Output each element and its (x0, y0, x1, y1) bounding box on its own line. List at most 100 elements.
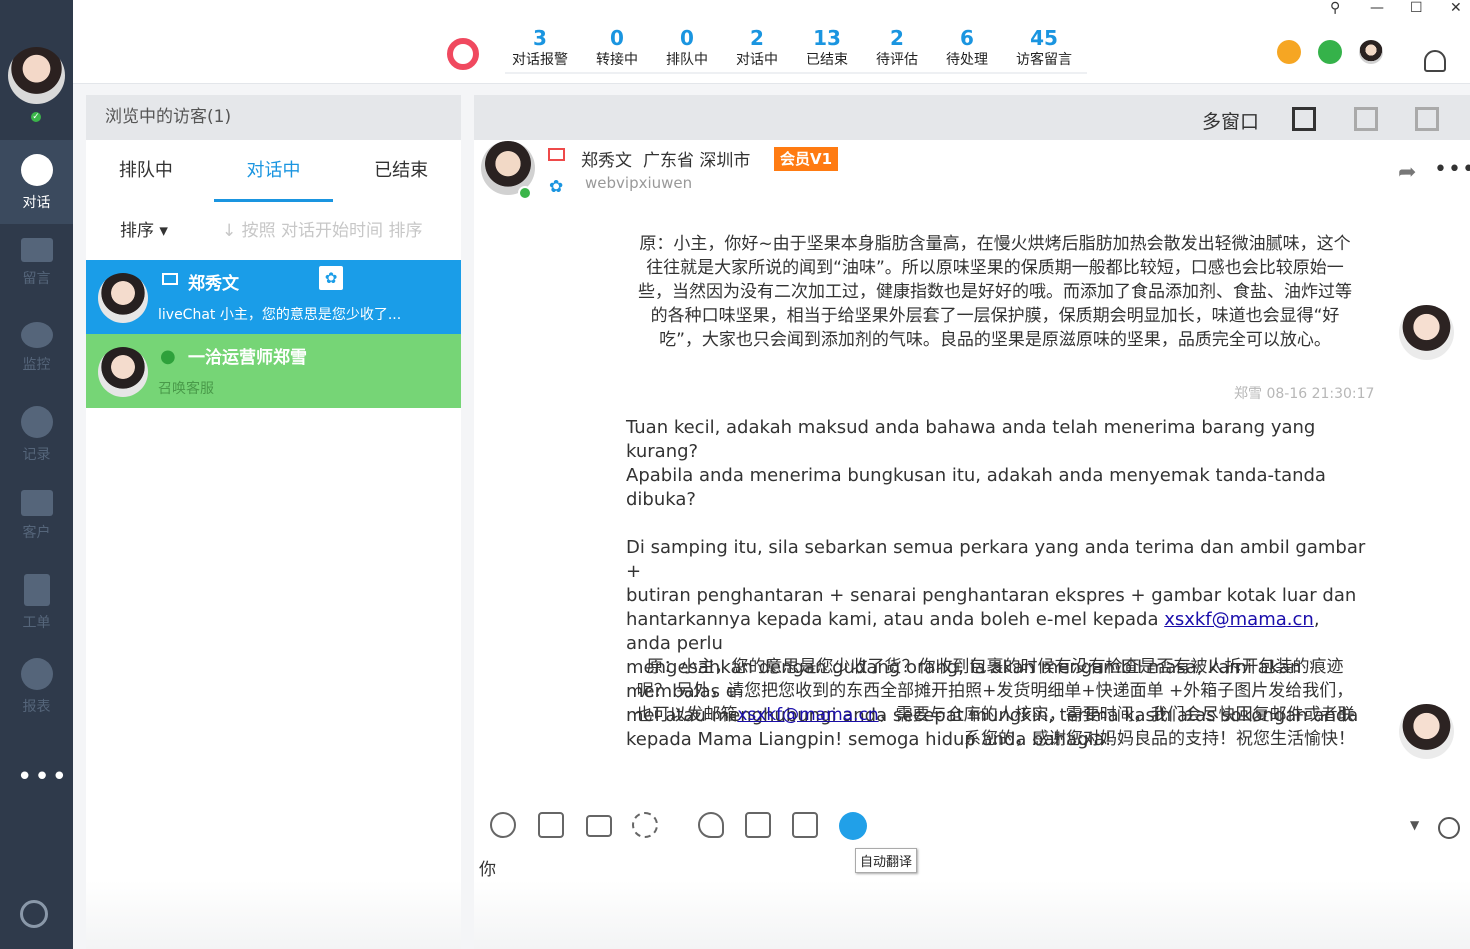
single-window-icon[interactable] (1292, 107, 1316, 131)
email-link[interactable]: xsxkf@mama.cn (737, 705, 878, 725)
history-clock-icon[interactable] (1438, 817, 1460, 839)
stat-label: 访客留言 (1016, 52, 1072, 68)
stat-label: 已结束 (806, 52, 848, 68)
message-line: Tuan kecil, adakah maksud anda bahawa an… (626, 417, 1316, 462)
baidu-paw-icon: ✿ (319, 266, 343, 290)
nav-item-label: 报表 (22, 699, 51, 715)
chat-toolbar: 多窗口 (474, 95, 1470, 140)
stat-in-chat[interactable]: 2 对话中 (722, 26, 792, 70)
message-text: 也可以发邮箱 (635, 705, 738, 725)
nav-item-customers[interactable]: 客户 (0, 476, 73, 560)
visitor-panel: 浏览中的访客(1) 排队中 对话中 已结束 排序 ▾ ↓ 按照 对话开始时间 排… (86, 95, 461, 949)
nav-item-label: 留言 (22, 271, 51, 287)
stat-value: 0 (610, 26, 624, 50)
chat-bubble-icon (20, 154, 53, 186)
stat-queued[interactable]: 0 排队中 (652, 26, 722, 70)
nav-item-messages[interactable]: 留言 (0, 224, 73, 308)
member-badge: 会员V1 (774, 147, 838, 171)
tab-queued[interactable]: 排队中 (86, 140, 206, 202)
heart-icon[interactable] (698, 812, 724, 838)
message-text: hantarkannya kepada kami, atau anda bole… (626, 609, 1165, 630)
nav-item-monitor[interactable]: 监控 (0, 308, 73, 392)
nav-item-label: 工单 (22, 615, 51, 631)
message-line: Apabila anda menerima bungkusan itu, ada… (626, 465, 1326, 510)
settings-gear-icon[interactable] (20, 900, 48, 928)
globe-translate-icon[interactable] (839, 812, 867, 840)
message-line: 原：小主，您的意思是您少收了货？你收到包裹的时候有没有检查是否有被人拆开包装的痕… (646, 657, 1344, 677)
screenshot-scissors-icon[interactable] (632, 812, 658, 838)
customer-name: 郑秀文 (581, 151, 632, 171)
user-avatar[interactable] (1359, 40, 1383, 64)
visitor-panel-header: 浏览中的访客(1) (86, 95, 461, 140)
pin-icon[interactable]: ⚲ (1330, 0, 1340, 16)
nav-item-reports[interactable]: 报表 (0, 644, 73, 728)
online-status-icon (518, 186, 532, 200)
stat-pending[interactable]: 6 待处理 (932, 26, 1002, 70)
stat-label: 转接中 (596, 52, 638, 68)
message-input[interactable]: 你 (479, 855, 496, 880)
stat-value: 6 (960, 26, 974, 50)
visitor-row[interactable]: 郑秀文 ✿ liveChat 小主，您的意思是您少收了... (86, 260, 461, 334)
nav-item-chat[interactable]: 对话 (0, 140, 73, 224)
contact-card-icon (20, 490, 53, 516)
stat-value: 13 (813, 26, 841, 50)
message-text: ，需要与仓库的人核实，需要时间，我们会尽快回复邮件或者联 (878, 705, 1355, 725)
nav-item-records[interactable]: 记录 (0, 392, 73, 476)
more-icon[interactable]: ••• (17, 762, 69, 792)
stat-ended[interactable]: 13 已结束 (792, 26, 862, 70)
stat-visitor-messages[interactable]: 45 访客留言 (1009, 26, 1079, 70)
nav-item-label: 客户 (22, 525, 51, 541)
eye-icon (20, 322, 53, 348)
message-line: 吃”，大家也只会闻到添加剂的气味。良品的坚果是原滋原味的坚果，品质完全可以放心。 (659, 330, 1331, 350)
stat-label: 排队中 (666, 52, 708, 68)
visitor-row[interactable]: ● 一洽运营师郑雪 召唤客服 (86, 334, 461, 408)
close-button[interactable]: ✕ (1450, 0, 1462, 16)
agent-message: 原：小主，你好~由于坚果本身脂肪含量高，在慢火烘烤后脂肪加热会散发出轻微油腻味，… (625, 232, 1365, 352)
sort-hint: ↓ 按照 对话开始时间 排序 (222, 221, 423, 241)
clock-icon (20, 406, 53, 438)
nav-item-tickets[interactable]: 工单 (0, 560, 73, 644)
message-timestamp: 郑雪 08-16 21:30:17 (1234, 386, 1375, 402)
emoji-icon[interactable] (490, 812, 516, 838)
stat-alerts[interactable]: 3 对话报警 (505, 26, 575, 70)
agent-avatar[interactable] (8, 47, 65, 104)
sort-dropdown[interactable]: 排序 ▾ (120, 221, 168, 241)
stat-value: 0 (680, 26, 694, 50)
stat-to-evaluate[interactable]: 2 待评估 (862, 26, 932, 70)
message-line: 也可以发邮箱xsxkf@mama.cn，需要与仓库的人核实，需要时间，我们会尽快… (625, 703, 1365, 727)
stat-value: 2 (750, 26, 764, 50)
tooltip: 自动翻译 (855, 848, 918, 873)
desktop-icon (548, 148, 565, 161)
image-icon[interactable] (538, 812, 564, 838)
main-nav: ✓ 对话 留言 监控 记录 客户 工单 报表 ••• (0, 0, 73, 949)
visitor-name: 一洽运营师郑雪 (188, 348, 307, 368)
more-options-icon[interactable]: ••• (1434, 157, 1470, 182)
message-line: Di samping itu, sila sebarkan semua perk… (626, 537, 1366, 582)
multi-window-label: 多窗口 (1202, 111, 1260, 133)
envelope-icon (20, 238, 53, 262)
folder-icon[interactable] (586, 815, 612, 837)
visitor-name: 郑秀文 (188, 274, 239, 294)
stat-transferring[interactable]: 0 转接中 (582, 26, 652, 70)
input-area (474, 880, 1470, 949)
forward-icon[interactable]: ➦ (1398, 160, 1416, 185)
visitor-avatar (98, 347, 148, 397)
triple-window-icon[interactable] (1415, 107, 1439, 131)
link-icon[interactable] (792, 812, 818, 838)
tab-in-chat[interactable]: 对话中 (213, 140, 334, 202)
tab-ended[interactable]: 已结束 (341, 140, 461, 202)
wechat-icon[interactable] (1318, 40, 1342, 64)
edit-icon[interactable] (745, 812, 771, 838)
nav-item-label: 对话 (22, 195, 51, 211)
email-link[interactable]: xsxkf@mama.cn (1164, 609, 1314, 630)
chat-bubble-icon[interactable] (1277, 40, 1301, 64)
visitor-last-message: liveChat 小主，您的意思是您少收了... (158, 307, 402, 323)
double-window-icon[interactable] (1354, 107, 1378, 131)
maximize-button[interactable]: ☐ (1410, 0, 1423, 16)
chevron-down-icon[interactable]: ▼ (1410, 818, 1419, 832)
panel-bottom-fade (86, 880, 461, 949)
bell-icon[interactable] (1424, 50, 1446, 72)
nav-item-label: 监控 (22, 357, 51, 373)
minimize-button[interactable]: — (1370, 0, 1384, 16)
message-line: 些，当然因为没有二次加工过，健康指数也是好好的哦。而添加了食品添加剂、食盐、油炸… (638, 282, 1352, 302)
